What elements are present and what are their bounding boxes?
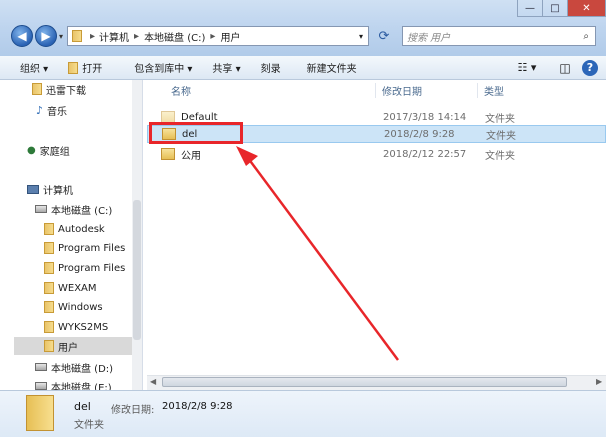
folder-icon: [26, 395, 54, 431]
annotation-arrow-icon: [236, 146, 400, 361]
details-name: del: [74, 400, 91, 413]
details-modified-value: 2018/2/8 9:28: [162, 401, 233, 412]
details-type: 文件夹: [74, 420, 104, 431]
details-modified-label: 修改日期:: [111, 405, 155, 416]
